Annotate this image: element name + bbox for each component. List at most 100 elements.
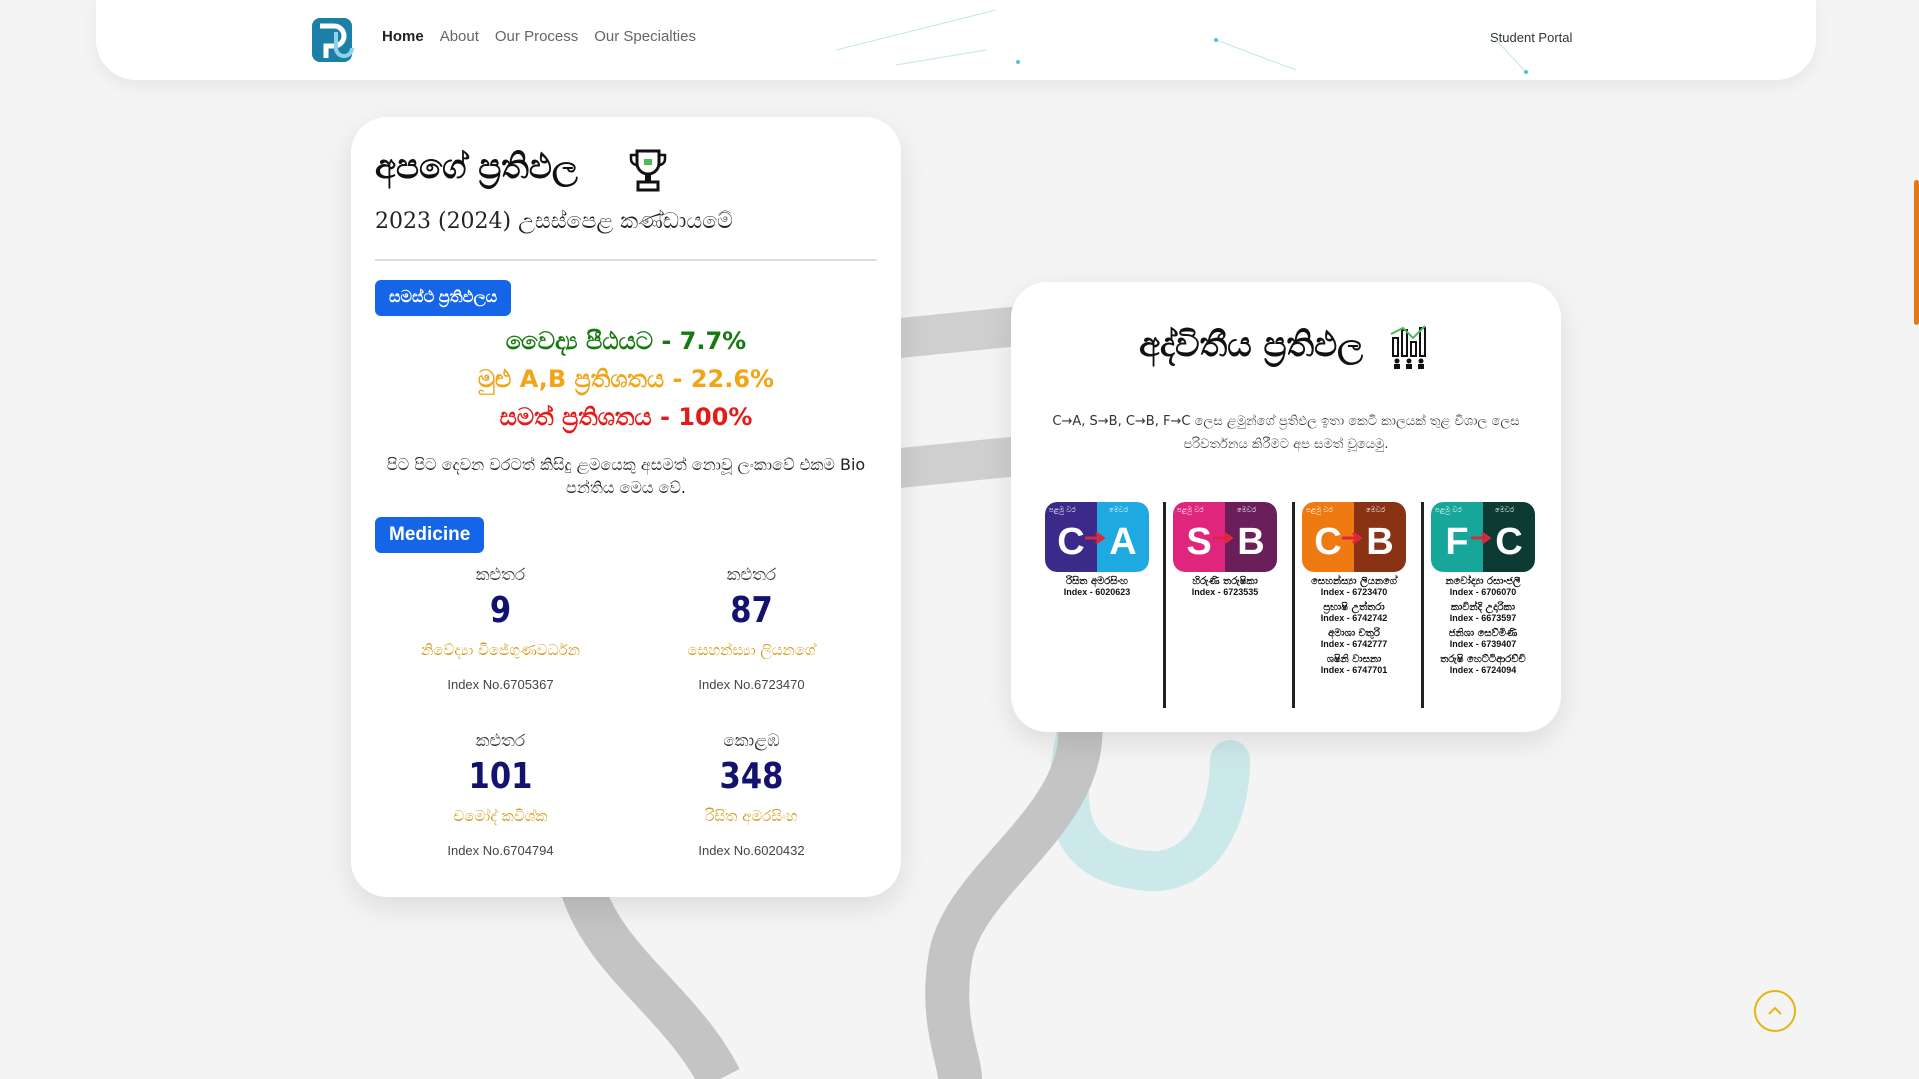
result-item: කළුතර 9 නිවේද්‍යා විජේගුණවර්ධන Index No.… (375, 565, 626, 715)
result-district: කළුතර (475, 565, 526, 585)
nav-our-process[interactable]: Our Process (495, 28, 578, 45)
result-student-name: රිසිත අමරසිංහ (705, 807, 798, 825)
pass-percentage-stat: සමත් ප්‍රතිශතය - 100% (499, 403, 753, 431)
result-index: Index No.6020432 (698, 843, 805, 858)
result-rank: 348 (719, 756, 784, 797)
student-name: ශෂිනි වාසනා (1326, 654, 1382, 665)
scrollbar-thumb[interactable] (1914, 180, 1919, 325)
arrow-right-icon (1471, 531, 1492, 545)
chevron-up-icon (1768, 1006, 1782, 1015)
student-entry: ජනිශා සෙව්මිණි Index - 6739407 (1423, 628, 1543, 650)
improvement-group-c-to-a: C A පළමු වර මෙවර රිසිත අමරසිංහ Index - 6… (1037, 502, 1157, 598)
overall-result-badge: සමස්ථ ප්‍රතිඵලය (375, 280, 512, 316)
result-index: Index No.6705367 (447, 677, 554, 692)
student-entry: ශෂිනි වාසනා Index - 6747701 (1294, 654, 1414, 676)
divider (375, 259, 877, 261)
grade-change-badge: C B පළමු වර මෙවර (1302, 502, 1406, 572)
navbar: Home About Our Process Our Specialties S… (96, 0, 1816, 80)
student-index: Index - 6723470 (1320, 587, 1388, 597)
result-student-name: සෙහන්ස්‍යා ලියනගේ (687, 641, 816, 659)
improvement-group-c-to-b: C B පළමු වර මෙවර සෙහන්ස්‍යා ලියනගේ Index… (1294, 502, 1414, 676)
student-name: ජනිශා සෙව්මිණි (1448, 628, 1518, 639)
this-time-tag: මෙවර (1495, 506, 1515, 514)
student-name: ප්‍රභාෂි උත්තරා (1323, 602, 1385, 613)
student-name: රිසිත අමරසිංහ (1066, 576, 1128, 587)
unique-results-heading: අද්විතීය ප්‍රතිඵල (1011, 324, 1561, 370)
result-item: කළුතර 101 චමෝද් කවිශ්ක Index No.6704794 (375, 731, 626, 881)
first-attempt-tag: පළමු වර (1435, 506, 1462, 514)
medicine-badge: Medicine (375, 517, 485, 553)
student-index: Index - 6020623 (1063, 587, 1131, 597)
nav-links: Home About Our Process Our Specialties (382, 28, 696, 45)
improvement-group-f-to-c: F C පළමු වර මෙවර නවෝද්‍යා රසාංජලී Index … (1423, 502, 1543, 676)
this-time-tag: මෙවර (1366, 506, 1386, 514)
result-district: කළුතර (475, 731, 526, 751)
unique-results-title: අද්විතීය ප්‍රතිඵල (1139, 325, 1364, 365)
unique-results-card: අද්විතීය ප්‍රතිඵල C→A, S→B, C→B, F→C ලෙස… (1011, 282, 1561, 732)
result-district: කළුතර (726, 565, 777, 585)
result-rank: 9 (489, 590, 512, 631)
student-name: තරුෂි හෙට්ටිආරච්චි (1440, 654, 1526, 665)
result-rank: 87 (730, 590, 773, 631)
ab-percentage-stat: මුළු A,B ප්‍රතිශතය - 22.6% (477, 365, 775, 393)
medical-faculty-stat: වෛද්‍ය පීඨයට - 7.7% (505, 327, 747, 355)
grade-improvement-groups: C A පළමු වර මෙවර රිසිත අමරසිංහ Index - 6… (1037, 502, 1537, 712)
nav-home[interactable]: Home (382, 28, 424, 45)
student-entry: හිරුණි තරුෂිකා Index - 6723535 (1165, 576, 1285, 598)
first-attempt-tag: පළමු වර (1177, 506, 1204, 514)
student-entry: තරුෂි හෙට්ටිආරච්චි Index - 6724094 (1423, 654, 1543, 676)
student-entry: අමාශා චතුරි Index - 6742777 (1294, 628, 1414, 650)
student-name: අමාශා චතුරි (1328, 628, 1380, 639)
student-entry: සෙහන්ස්‍යා ලියනගේ Index - 6723470 (1294, 576, 1414, 598)
results-description: පිට පිට දෙවන වරටත් කිසිදු ළමයෙකු අසමත් න… (386, 455, 866, 497)
result-district: කොළඹ (723, 731, 780, 751)
nav-our-specialties[interactable]: Our Specialties (594, 28, 696, 45)
improvement-group-s-to-b: S B පළමු වර මෙවර හිරුණි තරුෂිකා Index - … (1165, 502, 1285, 598)
background-decoration (558, 300, 1250, 1079)
bar-chart-people-icon (1390, 325, 1426, 369)
result-rank: 101 (468, 756, 533, 797)
student-index: Index - 6742742 (1320, 613, 1388, 623)
result-student-name: චමෝද් කවිශ්ක (453, 807, 548, 825)
student-entry: ප්‍රභාෂි උත්තරා Index - 6742742 (1294, 602, 1414, 624)
overall-results-title: අපගේ ප්‍රතිඵල (375, 147, 578, 187)
student-entry: නවෝද්‍යා රසාංජලී Index - 6706070 (1423, 576, 1543, 598)
trophy-icon (629, 149, 667, 192)
grade-change-badge: S B පළමු වර මෙවර (1173, 502, 1277, 572)
nav-about[interactable]: About (440, 28, 479, 45)
student-entry: රිසිත අමරසිංහ Index - 6020623 (1037, 576, 1157, 598)
result-student-name: නිවේද්‍යා විජේගුණවර්ධන (421, 641, 580, 659)
grade-change-badge: C A පළමු වර මෙවර (1045, 502, 1149, 572)
student-index: Index - 6747701 (1320, 665, 1388, 675)
this-time-tag: මෙවර (1237, 506, 1257, 514)
student-index: Index - 6742777 (1320, 639, 1388, 649)
arrow-right-icon (1213, 531, 1234, 545)
student-index: Index - 6673597 (1449, 613, 1517, 623)
result-item: කොළඹ 348 රිසිත අමරසිංහ Index No.6020432 (626, 731, 877, 881)
result-item: කළුතර 87 සෙහන්ස්‍යා ලියනගේ Index No.6723… (626, 565, 877, 715)
student-name: හිරුණි තරුෂිකා (1192, 576, 1258, 587)
arrow-right-icon (1085, 531, 1106, 545)
medicine-results-grid: කළුතර 9 නිවේද්‍යා විජේගුණවර්ධන Index No.… (375, 565, 877, 881)
first-attempt-tag: පළමු වර (1306, 506, 1333, 514)
scroll-to-top-button[interactable] (1754, 990, 1796, 1032)
student-name: නවෝද්‍යා රසාංජලී (1445, 576, 1521, 587)
overall-results-card: අපගේ ප්‍රතිඵල 2023 (2024) උසස්පෙළ කණ්ඩාය… (351, 117, 901, 897)
student-index: Index - 6724094 (1449, 665, 1517, 675)
arrow-right-icon (1342, 531, 1363, 545)
result-index: Index No.6704794 (447, 843, 554, 858)
student-name: කාවින්දි උදාරිකා (1450, 602, 1516, 613)
brand-logo-icon[interactable] (310, 14, 358, 66)
student-entry: කාවින්දි උදාරිකා Index - 6673597 (1423, 602, 1543, 624)
this-time-tag: මෙවර (1109, 506, 1129, 514)
student-name: සෙහන්ස්‍යා ලියනගේ (1311, 576, 1397, 587)
network-lines-decoration (836, 10, 1528, 74)
grade-change-badge: F C පළමු වර මෙවර (1431, 502, 1535, 572)
student-index: Index - 6706070 (1449, 587, 1517, 597)
student-index: Index - 6739407 (1449, 639, 1517, 649)
unique-results-description: C→A, S→B, C→B, F→C ලෙස ළමුන්ගේ ප්‍රතිඵල … (1052, 414, 1520, 452)
result-index: Index No.6723470 (698, 677, 805, 692)
student-index: Index - 6723535 (1191, 587, 1259, 597)
batch-subtitle: 2023 (2024) උසස්පෙළ කණ්ඩායමේ (375, 209, 733, 234)
first-attempt-tag: පළමු වර (1049, 506, 1076, 514)
